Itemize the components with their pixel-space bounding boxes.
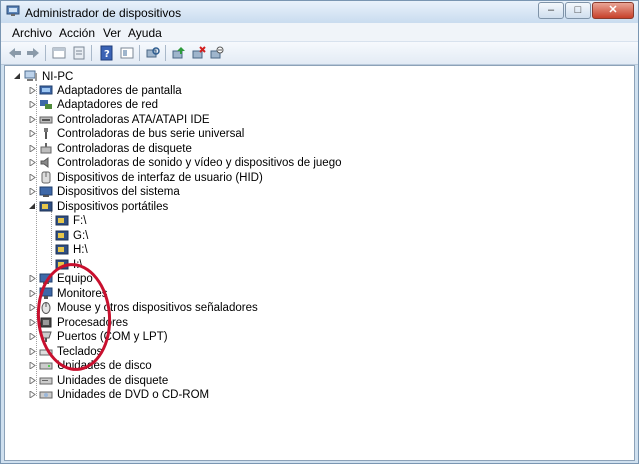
maximize-icon: □ bbox=[574, 4, 582, 16]
tree-item-label: Controladoras ATA/ATAPI IDE bbox=[57, 114, 210, 126]
tree-item-label: Adaptadores de red bbox=[57, 99, 159, 111]
menu-accion[interactable]: Acción bbox=[59, 26, 95, 40]
window-title: Administrador de dispositivos bbox=[25, 6, 182, 20]
tree-root-label: NI-PC bbox=[42, 71, 74, 83]
floppy-drive-icon bbox=[39, 377, 53, 385]
scan-hardware-icon[interactable] bbox=[145, 45, 161, 61]
usb-controller-icon bbox=[44, 128, 48, 139]
expand-arrow-icon[interactable] bbox=[29, 290, 36, 297]
expand-arrow-icon[interactable] bbox=[29, 391, 36, 398]
disable-device-icon[interactable] bbox=[209, 45, 225, 61]
title-bar[interactable]: Administrador de dispositivos – □ ✕ bbox=[1, 1, 638, 23]
tree-item-label: Dispositivos del sistema bbox=[57, 186, 180, 198]
expand-arrow-icon[interactable] bbox=[29, 275, 36, 282]
view-icon[interactable] bbox=[119, 45, 135, 61]
expand-arrow-icon[interactable] bbox=[29, 188, 36, 195]
portable-drive-icon bbox=[55, 244, 69, 255]
close-button[interactable]: ✕ bbox=[592, 2, 634, 19]
network-adapter-icon bbox=[40, 100, 52, 109]
computer-icon bbox=[24, 70, 37, 81]
show-hide-tree-icon[interactable] bbox=[51, 45, 67, 61]
minimize-button[interactable]: – bbox=[538, 2, 564, 19]
portable-drive-icon bbox=[55, 230, 69, 241]
floppy-controller-icon bbox=[40, 143, 52, 154]
expand-arrow-icon[interactable] bbox=[29, 101, 36, 108]
expand-arrow-icon[interactable] bbox=[29, 377, 36, 384]
expand-arrow-icon[interactable] bbox=[29, 319, 36, 326]
hid-device-icon bbox=[41, 171, 51, 184]
expand-arrow-icon[interactable] bbox=[29, 87, 36, 94]
system-device-icon bbox=[39, 186, 53, 197]
toolbar: ? bbox=[1, 42, 638, 65]
update-driver-icon[interactable] bbox=[171, 45, 187, 61]
expand-arrow-icon[interactable] bbox=[29, 116, 36, 123]
tree-item-label: Dispositivos portátiles bbox=[57, 201, 169, 213]
tree-item-label: Controladoras de bus serie universal bbox=[57, 128, 245, 140]
tree-item-label: G:\ bbox=[73, 230, 89, 242]
speaker-icon bbox=[40, 157, 49, 168]
device-manager-icon bbox=[6, 5, 20, 16]
portable-device-icon bbox=[39, 201, 53, 212]
dvd-drive-icon bbox=[39, 391, 53, 399]
expand-arrow-icon[interactable] bbox=[29, 304, 36, 311]
tree-item-label: Controladoras de disquete bbox=[57, 143, 192, 155]
minimize-icon: – bbox=[547, 4, 555, 16]
device-manager-window: Administrador de dispositivos – □ ✕ Arch… bbox=[0, 0, 639, 464]
menu-bar: Archivo Acción Ver Ayuda bbox=[1, 23, 638, 42]
tree-item-label: Unidades de DVD o CD-ROM bbox=[57, 389, 210, 401]
tree-item-label: Unidades de disquete bbox=[57, 375, 169, 387]
menu-archivo[interactable]: Archivo bbox=[12, 26, 52, 40]
ide-controller-icon bbox=[39, 116, 53, 124]
portable-drive-icon bbox=[55, 215, 69, 226]
tree-item-label: Controladoras de sonido y vídeo y dispos… bbox=[57, 157, 342, 169]
expand-arrow-icon[interactable] bbox=[29, 174, 36, 181]
display-adapter-icon bbox=[39, 85, 53, 95]
expand-arrow-icon[interactable] bbox=[29, 159, 36, 166]
svg-text:?: ? bbox=[104, 49, 110, 60]
forward-arrow-icon[interactable] bbox=[25, 45, 41, 61]
close-icon: ✕ bbox=[608, 4, 618, 16]
uninstall-icon[interactable] bbox=[191, 45, 207, 61]
back-arrow-icon[interactable] bbox=[7, 45, 23, 61]
tree-item-label: H:\ bbox=[73, 244, 88, 256]
maximize-button[interactable]: □ bbox=[565, 2, 591, 19]
tree-item-label: Dispositivos de interfaz de usuario (HID… bbox=[57, 172, 263, 184]
expand-arrow-icon[interactable] bbox=[29, 362, 36, 369]
expand-arrow-icon[interactable] bbox=[29, 130, 36, 137]
tree-item-label: F:\ bbox=[73, 215, 87, 227]
collapse-arrow-icon[interactable] bbox=[29, 203, 36, 210]
disk-drive-icon bbox=[39, 362, 53, 370]
tree-item-label: Adaptadores de pantalla bbox=[57, 85, 182, 97]
expand-arrow-icon[interactable] bbox=[29, 145, 36, 152]
device-tree-panel[interactable]: NI-PC Adaptadores de pantalla Adaptadore… bbox=[4, 65, 635, 461]
expand-arrow-icon[interactable] bbox=[29, 333, 36, 340]
properties-sheet-icon[interactable] bbox=[71, 45, 87, 61]
help-icon[interactable]: ? bbox=[99, 45, 115, 61]
collapse-arrow-icon[interactable] bbox=[14, 73, 21, 80]
expand-arrow-icon[interactable] bbox=[29, 348, 36, 355]
menu-ayuda[interactable]: Ayuda bbox=[128, 26, 162, 40]
menu-ver[interactable]: Ver bbox=[103, 26, 121, 40]
